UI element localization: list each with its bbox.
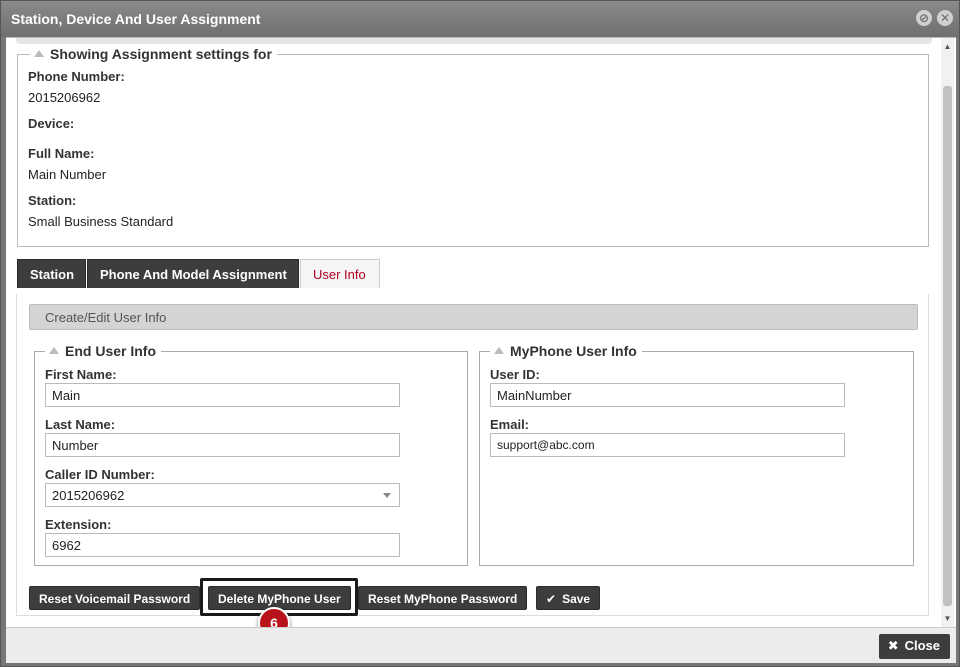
x-icon: ✖ bbox=[887, 638, 899, 653]
scroll-up-icon[interactable]: ▲ bbox=[941, 40, 954, 54]
dialog-window: Station, Device And User Assignment ⊘ ✕ … bbox=[0, 0, 960, 667]
phone-number-value: 2015206962 bbox=[28, 90, 101, 105]
collapse-triangle-icon bbox=[494, 347, 504, 354]
close-button[interactable]: ✖ Close bbox=[878, 634, 950, 659]
myphone-legend[interactable]: MyPhone User Info bbox=[490, 343, 642, 359]
user-id-label: User ID: bbox=[490, 367, 540, 382]
title-bar: Station, Device And User Assignment ⊘ ✕ bbox=[1, 1, 959, 37]
scroll-down-icon[interactable]: ▼ bbox=[941, 612, 954, 626]
chevron-down-icon bbox=[383, 493, 391, 498]
full-name-label: Full Name: bbox=[28, 146, 95, 161]
check-icon: ✔ bbox=[546, 592, 557, 606]
collapse-triangle-icon bbox=[49, 347, 59, 354]
dialog-footer: ✖ Close bbox=[6, 627, 956, 663]
delete-myphone-user-button[interactable]: Delete MyPhone User bbox=[208, 586, 351, 610]
top-strip bbox=[16, 38, 932, 44]
create-edit-user-info-header[interactable]: Create/Edit User Info bbox=[29, 304, 918, 330]
minimize-icon[interactable]: ⊘ bbox=[916, 10, 932, 26]
caller-id-select[interactable]: 2015206962 bbox=[45, 483, 400, 507]
reset-myphone-password-button[interactable]: Reset MyPhone Password bbox=[358, 586, 528, 610]
end-user-legend[interactable]: End User Info bbox=[45, 343, 162, 359]
user-info-panel: Create/Edit User Info End User Info Firs… bbox=[16, 294, 929, 616]
last-name-label: Last Name: bbox=[45, 417, 116, 432]
last-name-input[interactable]: Number bbox=[45, 433, 400, 457]
full-name-value: Main Number bbox=[28, 167, 107, 182]
extension-input[interactable]: 6962 bbox=[45, 533, 400, 557]
caller-id-label: Caller ID Number: bbox=[45, 467, 155, 482]
tab-phone-and-model-assignment[interactable]: Phone And Model Assignment bbox=[87, 259, 299, 288]
tab-user-info[interactable]: User Info bbox=[300, 259, 380, 288]
email-label: Email: bbox=[490, 417, 530, 432]
vertical-scrollbar[interactable]: ▲ ▼ bbox=[941, 38, 954, 628]
first-name-input[interactable]: Main bbox=[45, 383, 400, 407]
assignment-legend[interactable]: Showing Assignment settings for bbox=[30, 46, 277, 62]
collapse-triangle-icon bbox=[34, 50, 44, 57]
end-user-info-box: End User Info First Name: Main Last Name… bbox=[34, 343, 468, 566]
scroll-thumb[interactable] bbox=[943, 86, 952, 606]
close-icon[interactable]: ✕ bbox=[937, 10, 953, 26]
station-value: Small Business Standard bbox=[28, 214, 174, 229]
title-controls: ⊘ ✕ bbox=[916, 10, 953, 26]
first-name-label: First Name: bbox=[45, 367, 117, 382]
save-button[interactable]: ✔ Save bbox=[536, 586, 601, 610]
user-id-input[interactable]: MainNumber bbox=[490, 383, 845, 407]
device-label: Device: bbox=[28, 116, 75, 131]
tab-station[interactable]: Station bbox=[17, 259, 86, 288]
phone-number-label: Phone Number: bbox=[28, 69, 125, 84]
extension-label: Extension: bbox=[45, 517, 112, 532]
station-label: Station: bbox=[28, 193, 77, 208]
myphone-user-info-box: MyPhone User Info User ID: MainNumber Em… bbox=[479, 343, 914, 566]
reset-voicemail-password-button[interactable]: Reset Voicemail Password bbox=[29, 586, 201, 610]
caller-id-value: 2015206962 bbox=[52, 488, 125, 503]
dialog-title: Station, Device And User Assignment bbox=[11, 11, 261, 27]
assignment-settings-panel: Showing Assignment settings for Phone Nu… bbox=[17, 46, 929, 247]
email-input[interactable]: support@abc.com bbox=[490, 433, 845, 457]
dialog-content: ▲ ▼ Showing Assignment settings for Phon… bbox=[6, 37, 956, 639]
